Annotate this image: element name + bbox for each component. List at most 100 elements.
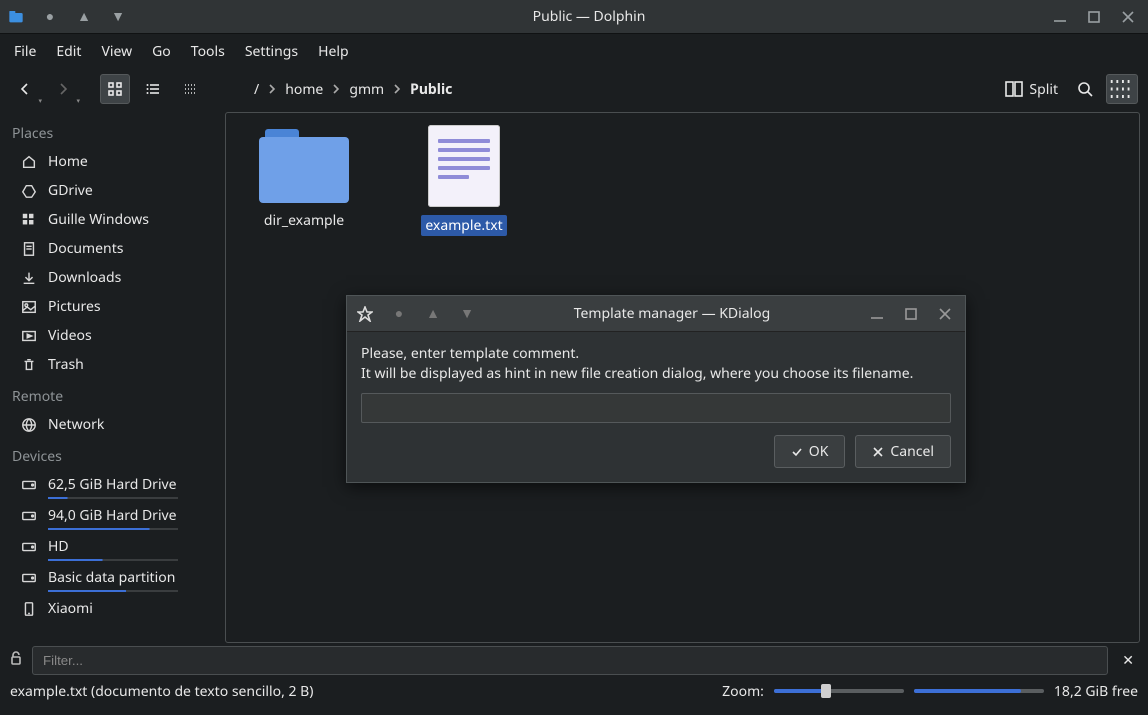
- lock-icon[interactable]: [8, 650, 24, 671]
- sidebar-item-label: HD: [48, 537, 69, 556]
- devices-item-0[interactable]: 62,5 GiB Hard Drive: [4, 470, 221, 499]
- menu-edit[interactable]: Edit: [48, 38, 89, 65]
- menu-button[interactable]: [1106, 74, 1138, 104]
- places-item-7[interactable]: Trash: [4, 350, 221, 379]
- dialog-down-icon[interactable]: ▼: [459, 306, 475, 322]
- app-icon: [8, 9, 24, 25]
- split-button[interactable]: Split: [999, 76, 1064, 103]
- drive-icon: [20, 570, 38, 586]
- free-space: 18,2 GiB free: [1054, 682, 1138, 701]
- zoom-slider[interactable]: [774, 689, 904, 693]
- sidebar-item-label: Xiaomi: [48, 599, 93, 618]
- sidebar-item-label: Pictures: [48, 297, 101, 316]
- menu-settings[interactable]: Settings: [237, 38, 306, 65]
- trash-icon: [20, 357, 38, 373]
- file-item-selected[interactable]: example.txt: [404, 125, 524, 236]
- sidebar-item-label: Basic data partition: [48, 568, 175, 587]
- folder-item[interactable]: dir_example: [244, 125, 364, 230]
- text-file-icon: [428, 125, 500, 207]
- cancel-button[interactable]: Cancel: [855, 435, 951, 468]
- view-compact-button[interactable]: [138, 74, 168, 104]
- devices-item-1[interactable]: 94,0 GiB Hard Drive: [4, 501, 221, 530]
- sidebar-item-label: Home: [48, 152, 88, 171]
- menu-view[interactable]: View: [93, 38, 140, 65]
- picture-icon: [20, 299, 38, 315]
- remote-item-0[interactable]: Network: [4, 410, 221, 439]
- sidebar-item-label: 94,0 GiB Hard Drive: [48, 506, 177, 525]
- breadcrumb-user[interactable]: gmm: [349, 80, 384, 99]
- menubar: File Edit View Go Tools Settings Help: [0, 34, 1148, 68]
- devices-item-4[interactable]: Xiaomi: [4, 594, 221, 623]
- places-item-6[interactable]: Videos: [4, 321, 221, 350]
- ok-button[interactable]: OK: [774, 435, 846, 468]
- close-filter-button[interactable]: ✕: [1116, 651, 1140, 670]
- dialog-up-icon[interactable]: ▲: [425, 306, 441, 322]
- disk-usage-indicator: [48, 528, 178, 530]
- dialog-pin-icon[interactable]: ●: [391, 306, 407, 322]
- search-button[interactable]: [1070, 74, 1100, 104]
- status-bar: example.txt (documento de texto sencillo…: [0, 677, 1148, 705]
- breadcrumb-home[interactable]: home: [285, 80, 323, 99]
- devices-item-2[interactable]: HD: [4, 532, 221, 561]
- breadcrumb-current[interactable]: Public: [410, 80, 452, 99]
- phone-icon: [20, 601, 38, 617]
- places-item-3[interactable]: Documents: [4, 234, 221, 263]
- forward-button[interactable]: ▾: [48, 74, 78, 104]
- filter-input[interactable]: [32, 646, 1108, 675]
- windows-icon: [20, 212, 38, 228]
- home-icon: [20, 154, 38, 170]
- sidebar-item-label: Videos: [48, 326, 92, 345]
- doc-icon: [20, 241, 38, 257]
- view-icons-button[interactable]: [100, 74, 130, 104]
- ok-label: OK: [809, 442, 829, 461]
- template-comment-input[interactable]: [361, 393, 951, 423]
- disk-usage-indicator: [48, 590, 178, 592]
- drive-icon: [20, 539, 38, 555]
- places-header: Places: [4, 116, 221, 147]
- dialog-maximize-icon[interactable]: [903, 306, 919, 322]
- zoom-label: Zoom:: [722, 682, 764, 701]
- gdrive-icon: [20, 183, 38, 199]
- sidebar-item-label: Documents: [48, 239, 123, 258]
- window-title: Public — Dolphin: [126, 7, 1052, 26]
- maximize-icon[interactable]: [1086, 9, 1102, 25]
- dialog-minimize-icon[interactable]: [869, 306, 885, 322]
- sidebar-item-label: Trash: [48, 355, 84, 374]
- sidebar-item-label: 62,5 GiB Hard Drive: [48, 475, 177, 494]
- menu-file[interactable]: File: [6, 38, 44, 65]
- dialog-titlebar: ● ▲ ▼ Template manager — KDialog: [347, 296, 965, 332]
- disk-usage-indicator: [48, 497, 178, 499]
- menu-go[interactable]: Go: [144, 38, 179, 65]
- menu-tools[interactable]: Tools: [183, 38, 233, 65]
- toolbar: ▾ ▾ / home gmm Public Split: [0, 68, 1148, 110]
- sidebar-item-label: Network: [48, 415, 104, 434]
- sidebar-item-label: Downloads: [48, 268, 121, 287]
- places-item-2[interactable]: Guille Windows: [4, 205, 221, 234]
- dialog-close-icon[interactable]: [937, 306, 953, 322]
- view-details-button[interactable]: [176, 74, 206, 104]
- globe-icon: [20, 417, 38, 433]
- places-item-4[interactable]: Downloads: [4, 263, 221, 292]
- places-item-1[interactable]: GDrive: [4, 176, 221, 205]
- close-icon[interactable]: [1120, 9, 1136, 25]
- breadcrumb-root[interactable]: /: [254, 80, 259, 99]
- remote-header: Remote: [4, 379, 221, 410]
- places-item-5[interactable]: Pictures: [4, 292, 221, 321]
- dialog-line2: It will be displayed as hint in new file…: [361, 364, 951, 384]
- folder-icon: [259, 129, 349, 203]
- shade-down-icon[interactable]: ▼: [110, 9, 126, 25]
- shade-up-icon[interactable]: ▲: [76, 9, 92, 25]
- places-item-0[interactable]: Home: [4, 147, 221, 176]
- minimize-icon[interactable]: [1052, 9, 1068, 25]
- dialog-app-icon: [357, 306, 373, 322]
- disk-usage-indicator: [48, 559, 178, 561]
- breadcrumb: / home gmm Public: [254, 80, 991, 99]
- file-label: example.txt: [421, 215, 506, 236]
- back-button[interactable]: ▾: [10, 74, 40, 104]
- pin-icon[interactable]: ●: [42, 9, 58, 25]
- menu-help[interactable]: Help: [310, 38, 357, 65]
- devices-header: Devices: [4, 439, 221, 470]
- template-dialog: ● ▲ ▼ Template manager — KDialog Please,…: [346, 295, 966, 483]
- video-icon: [20, 328, 38, 344]
- devices-item-3[interactable]: Basic data partition: [4, 563, 221, 592]
